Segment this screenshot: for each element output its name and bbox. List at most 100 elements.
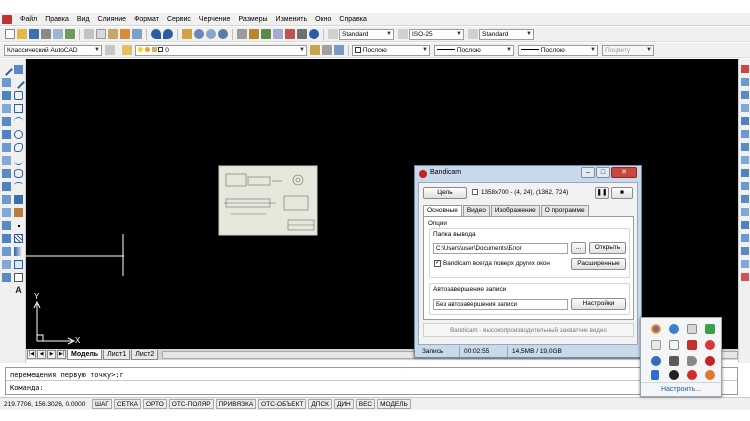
insert-block-icon[interactable] — [14, 195, 23, 204]
array-icon[interactable] — [2, 182, 11, 191]
stretch-icon[interactable] — [741, 169, 749, 177]
bandicam-titlebar[interactable]: Bandicam – □ ✕ — [415, 166, 641, 181]
rectangle-icon[interactable] — [14, 104, 23, 113]
properties-icon[interactable] — [237, 29, 247, 39]
menu-dimensions[interactable]: Размеры — [234, 13, 271, 26]
table-style-select[interactable]: Standard ▼ — [479, 28, 534, 40]
globe-icon[interactable] — [669, 324, 679, 334]
menu-modify[interactable]: Изменить — [272, 13, 312, 26]
polygon-icon[interactable] — [14, 91, 23, 100]
hatch-icon[interactable] — [14, 234, 23, 243]
sheet-set-icon[interactable] — [273, 29, 283, 39]
output-folder-input[interactable]: C:\Users\user\Documents\Блог — [433, 243, 568, 254]
pan-icon[interactable] — [182, 29, 192, 39]
lineweight-select[interactable]: Послою ▼ — [518, 44, 598, 56]
scale-icon[interactable] — [2, 221, 11, 230]
status-grid-button[interactable]: СЕТКА — [113, 399, 141, 409]
explode-icon[interactable] — [741, 273, 749, 281]
multiline-icon[interactable] — [2, 91, 11, 100]
stop-button[interactable]: ■ — [611, 187, 633, 199]
menu-tools[interactable]: Сервис — [163, 13, 195, 26]
extend-icon[interactable] — [2, 260, 11, 269]
print-icon[interactable] — [41, 29, 51, 39]
close-button[interactable]: ✕ — [611, 167, 637, 178]
spline-edit-icon[interactable] — [2, 130, 11, 139]
next-tab-icon[interactable]: ▶ — [47, 350, 56, 359]
advanced-button[interactable]: Расширенные — [571, 258, 626, 270]
status-snap-button[interactable]: ШАГ — [92, 399, 112, 409]
bandicam-tray-icon[interactable] — [705, 370, 715, 380]
ray-icon[interactable] — [12, 76, 25, 89]
prev-tab-icon[interactable]: ◀ — [37, 350, 46, 359]
copy-icon[interactable] — [741, 78, 749, 86]
help-icon[interactable] — [309, 29, 319, 39]
edit-polyline-icon[interactable] — [2, 117, 11, 126]
stretch-icon[interactable] — [2, 234, 11, 243]
mirror-icon[interactable] — [2, 156, 11, 165]
offset-icon[interactable] — [2, 169, 11, 178]
trim-icon[interactable] — [741, 182, 749, 190]
layer-select[interactable]: 0 ▼ — [135, 44, 307, 56]
mail-icon[interactable] — [651, 340, 661, 350]
shield-icon[interactable] — [669, 370, 679, 380]
tool-palettes-icon[interactable] — [261, 29, 271, 39]
clipboard-icon[interactable] — [687, 324, 697, 334]
command-prompt[interactable]: Команда: — [6, 380, 737, 392]
antivirus-icon[interactable] — [687, 370, 697, 380]
browse-button[interactable]: ... — [571, 242, 586, 254]
bluetooth-icon[interactable] — [651, 370, 659, 380]
point-icon[interactable] — [18, 225, 20, 227]
workspace-settings-icon[interactable] — [105, 45, 115, 55]
markup-icon[interactable] — [285, 29, 295, 39]
menu-edit[interactable]: Правка — [41, 13, 73, 26]
layer-previous-icon[interactable] — [322, 45, 332, 55]
redo-icon[interactable] — [163, 29, 173, 39]
network-icon[interactable] — [705, 324, 715, 334]
menu-merge[interactable]: Слияние — [94, 13, 131, 26]
status-lwt-button[interactable]: ВЕС — [355, 399, 376, 409]
status-osnap-button[interactable]: ПРИВЯЗКА — [215, 399, 257, 409]
cut-icon[interactable] — [84, 29, 94, 39]
autocad-app-icon[interactable] — [2, 14, 12, 24]
move-icon[interactable] — [2, 195, 11, 204]
chamfer-icon[interactable] — [741, 247, 749, 255]
circle-icon[interactable] — [14, 130, 23, 139]
chrome-icon[interactable] — [651, 324, 661, 334]
app-icon[interactable] — [687, 340, 697, 350]
extend-icon[interactable] — [741, 195, 749, 203]
break-icon[interactable] — [2, 273, 11, 282]
status-ducs-button[interactable]: ДПСК — [308, 399, 332, 409]
layer-manager-icon[interactable] — [122, 45, 132, 55]
tab-video[interactable]: Видео — [462, 205, 490, 216]
multiline-text-icon[interactable]: A — [14, 286, 23, 295]
ellipse-arc-icon[interactable] — [14, 182, 23, 191]
line-icon[interactable] — [0, 63, 13, 76]
record-icon[interactable] — [705, 356, 715, 366]
tab-model[interactable]: Модель — [67, 349, 103, 360]
autocomplete-settings-button[interactable]: Настройки — [571, 298, 626, 310]
menu-draw[interactable]: Черчение — [195, 13, 235, 26]
make-block-icon[interactable] — [14, 208, 23, 217]
open-folder-button[interactable]: Открыть — [589, 242, 626, 254]
first-tab-icon[interactable]: |◀ — [27, 350, 36, 359]
target-button[interactable]: Цель — [423, 187, 467, 199]
construction-line-icon[interactable] — [14, 65, 23, 74]
info-icon[interactable] — [651, 356, 661, 366]
polyline-icon[interactable] — [2, 78, 11, 87]
ellipse-icon[interactable] — [14, 169, 23, 178]
region-icon[interactable] — [14, 260, 23, 269]
print-preview-icon[interactable] — [53, 29, 63, 39]
undo-icon[interactable] — [151, 29, 161, 39]
workspace-select[interactable]: Классический AutoCAD ▼ — [4, 44, 102, 56]
menu-window[interactable]: Окно — [311, 13, 335, 26]
status-polar-button[interactable]: ОТС-ПОЛЯР — [168, 399, 214, 409]
save-icon[interactable] — [29, 29, 39, 39]
status-otrack-button[interactable]: ОТС-ОБЪЕКТ — [258, 399, 307, 409]
scale-icon[interactable] — [741, 156, 749, 164]
tab-sheet1[interactable]: Лист1 — [103, 349, 131, 360]
always-on-top-checkbox[interactable]: ✓ — [434, 260, 441, 267]
command-line[interactable]: перемещения первую точку>:г Команда: — [5, 367, 738, 395]
dim-style-select[interactable]: ISO-25 ▼ — [409, 28, 464, 40]
gradient-icon[interactable] — [14, 247, 23, 256]
maximize-button[interactable]: □ — [596, 167, 610, 178]
